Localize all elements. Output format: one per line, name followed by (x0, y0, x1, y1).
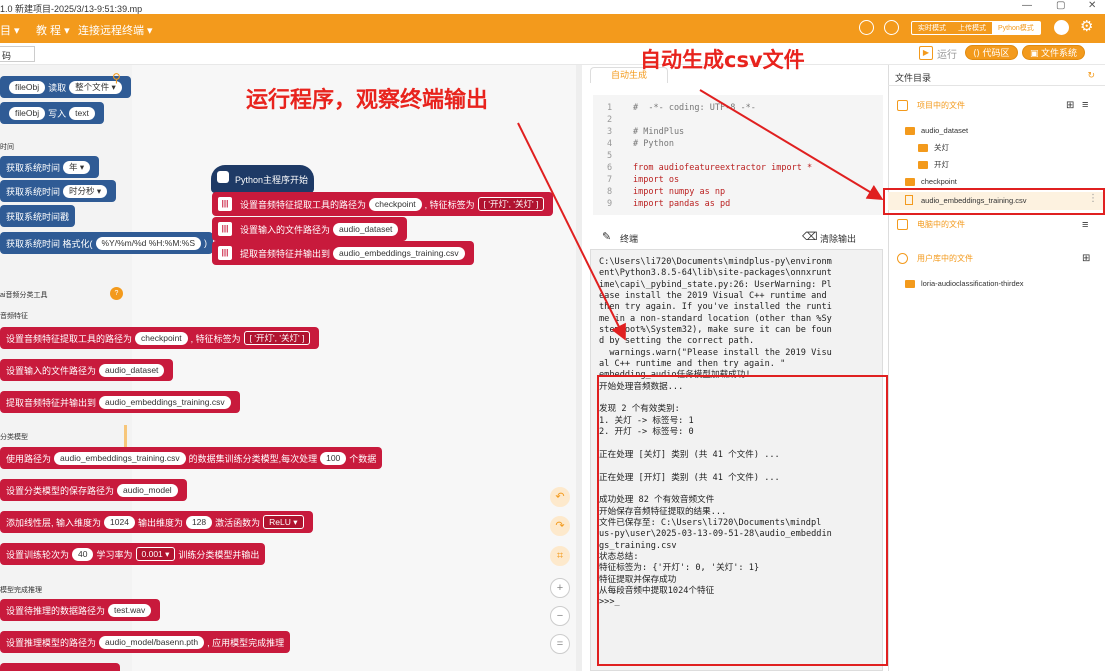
arrow-to-terminal (517, 122, 626, 341)
annotation-arrows (517, 89, 884, 341)
arrow-to-csv-file (699, 89, 884, 201)
